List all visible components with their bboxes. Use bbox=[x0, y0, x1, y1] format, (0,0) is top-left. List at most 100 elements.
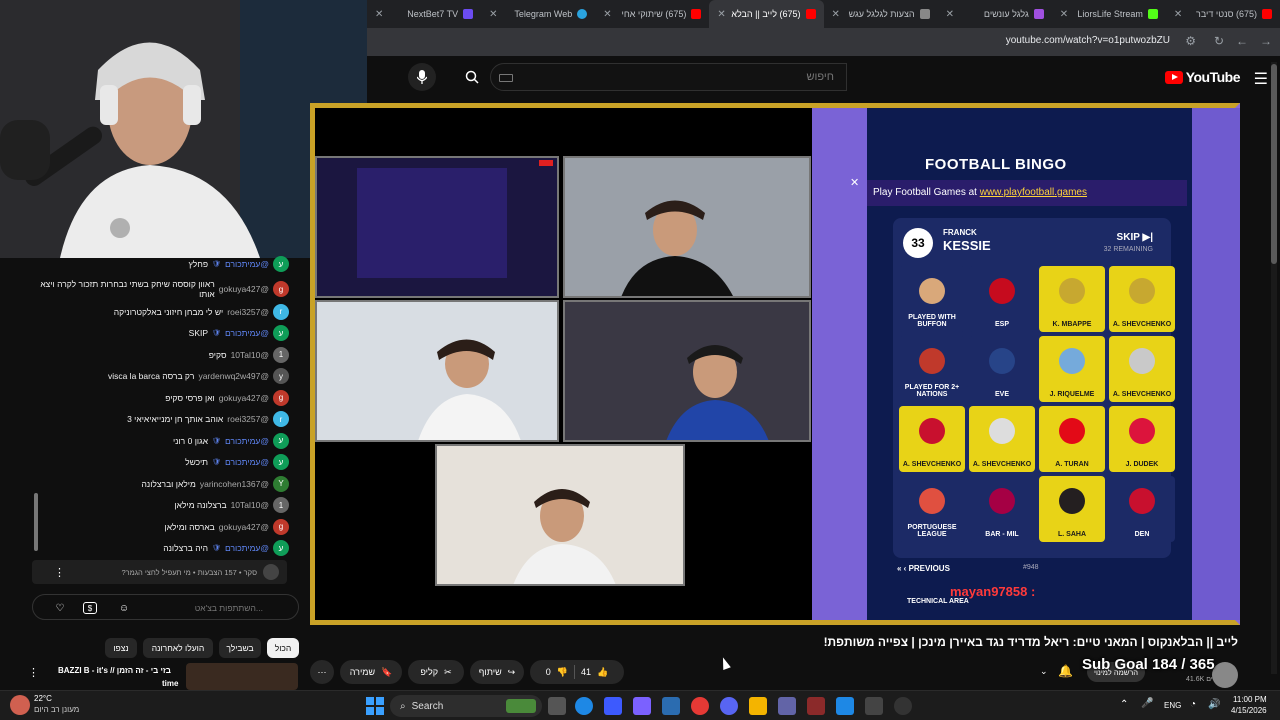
bingo-cell[interactable]: J. RIQUELME bbox=[1039, 336, 1105, 402]
chat-author[interactable]: @10Tal10 bbox=[231, 500, 269, 510]
scrollbar-thumb[interactable] bbox=[1271, 64, 1277, 264]
filter-chip-watched[interactable]: נצפו bbox=[105, 638, 137, 658]
close-icon[interactable]: ✕ bbox=[717, 9, 725, 20]
bingo-cell[interactable]: J. DUDEK bbox=[1109, 406, 1175, 472]
chat-message[interactable]: g @gokuya427 ואן פרסי סקיפ bbox=[165, 388, 289, 408]
like-icon[interactable]: 👍 bbox=[597, 667, 608, 678]
discord-icon[interactable] bbox=[720, 697, 738, 715]
forward-arrow-icon[interactable]: → bbox=[1260, 34, 1272, 48]
chat-input-box[interactable]: ♡ $ ☺ bbox=[32, 594, 299, 620]
chat-author[interactable]: @roei3257 bbox=[227, 414, 269, 424]
chat-author[interactable]: @עמיתכורם bbox=[225, 259, 269, 269]
next-video-thumbnail[interactable] bbox=[186, 663, 298, 690]
app-icon[interactable] bbox=[807, 697, 825, 715]
chrome-icon[interactable] bbox=[691, 697, 709, 715]
chat-message[interactable]: g @gokuya427 בארסה ומילאן bbox=[165, 517, 289, 537]
taskbar-search[interactable]: ⌕ Search bbox=[390, 695, 542, 717]
chat-author[interactable]: @עמיתכורם bbox=[225, 543, 269, 553]
chat-author[interactable]: @10Tal10 bbox=[231, 350, 269, 360]
windows-start-icon[interactable] bbox=[366, 697, 384, 715]
bell-icon[interactable]: 🔔 bbox=[1058, 664, 1073, 678]
browser-tab[interactable]: Telegram Web ✕ bbox=[481, 0, 595, 28]
bingo-cell[interactable]: PORTUGUESE LEAGUE bbox=[899, 476, 965, 542]
browser-tab[interactable]: NextBet7 TV ✕ bbox=[367, 0, 481, 28]
video-player[interactable]: FOOTBALL BINGO Play Football Games at ww… bbox=[310, 103, 1240, 625]
browser-tab[interactable]: (675) סנטי דיבר ✕ bbox=[1166, 0, 1280, 28]
chat-message[interactable]: ע @עמיתכורם 🛡 היה ברצלונה bbox=[163, 538, 289, 558]
bingo-cell[interactable]: EVE bbox=[969, 336, 1035, 402]
chat-message[interactable]: ע @עמיתכורם 🛡 פחלץ bbox=[188, 254, 289, 274]
chat-message[interactable]: ע @עמיתכורם 🛡 תיכשל bbox=[185, 452, 289, 472]
microphone-icon[interactable]: 🎤 bbox=[1141, 698, 1153, 709]
dislike-icon[interactable]: 👎 bbox=[557, 667, 568, 678]
search-button[interactable] bbox=[454, 63, 490, 91]
browser-tab[interactable]: (675) שיתוקי אחי ✕ bbox=[595, 0, 709, 28]
reload-icon[interactable]: ↻ bbox=[1214, 34, 1224, 48]
chat-author[interactable]: @roei3257 bbox=[227, 307, 269, 317]
chat-author[interactable]: @gokuya427 bbox=[219, 284, 269, 294]
chat-author[interactable]: @yarincohen1367 bbox=[200, 479, 269, 489]
chat-scrollbar[interactable] bbox=[34, 493, 38, 551]
browser-tab[interactable]: גלגל עונשים ✕ bbox=[938, 0, 1052, 28]
youtube-logo[interactable]: YouTube bbox=[1164, 69, 1241, 85]
bingo-cell[interactable]: PLAYED WITH BUFFON bbox=[899, 266, 965, 332]
bingo-cell[interactable]: ESP bbox=[969, 266, 1035, 332]
chat-author[interactable]: @עמיתכורם bbox=[225, 328, 269, 338]
next-video-title[interactable]: BAZZI B - it's // בזי בי - זה הזמן bbox=[58, 666, 184, 675]
super-chat-icon[interactable]: $ bbox=[83, 602, 97, 614]
close-icon[interactable]: ✕ bbox=[603, 9, 611, 20]
clip-button[interactable]: קליפ ✂ bbox=[408, 660, 464, 684]
filter-chip-for-you[interactable]: בשבילך bbox=[219, 638, 261, 658]
chat-input[interactable] bbox=[143, 600, 263, 616]
browser-tab-active[interactable]: (675) לייב || הבלא ✕ bbox=[709, 0, 824, 28]
browser-tab[interactable]: LiorsLife Stream ✕ bbox=[1052, 0, 1166, 28]
save-button[interactable]: שמירה 🔖 bbox=[340, 660, 402, 684]
bingo-cell[interactable]: A. TURAN bbox=[1039, 406, 1105, 472]
bingo-cell[interactable]: BAR - MIL bbox=[969, 476, 1035, 542]
chat-message[interactable]: ע @עמיתכורם 🛡 אגון 0 רוני bbox=[173, 431, 289, 451]
clock-time[interactable]: 11:00 PM bbox=[1233, 695, 1267, 704]
share-button[interactable]: שיתוף ↪ bbox=[470, 660, 524, 684]
app-icon[interactable] bbox=[662, 697, 680, 715]
notepad-icon[interactable] bbox=[836, 697, 854, 715]
chat-author[interactable]: @gokuya427 bbox=[219, 393, 269, 403]
previous-button[interactable]: « ‹ PREVIOUS bbox=[897, 564, 950, 573]
search-box[interactable] bbox=[490, 63, 847, 91]
chat-author[interactable]: @yardenwq2w497 bbox=[198, 371, 269, 381]
weather-icon[interactable] bbox=[10, 695, 30, 715]
close-icon[interactable]: ✕ bbox=[1060, 9, 1068, 20]
pinned-poll[interactable]: ⋮ סקר • 157 הצבעות • מי תעפיל לחצי הגמר? bbox=[32, 560, 287, 584]
url-text[interactable]: youtube.com/watch?v=o1putwozbZU bbox=[1006, 35, 1170, 46]
chevron-down-icon[interactable]: ⌄ bbox=[1040, 666, 1048, 677]
voice-search-button[interactable] bbox=[408, 63, 436, 91]
task-view-icon[interactable] bbox=[548, 697, 566, 715]
chevron-up-icon[interactable]: ⌃ bbox=[1120, 699, 1128, 710]
bingo-cell[interactable]: L. SAHA bbox=[1039, 476, 1105, 542]
bingo-cell[interactable]: A. SHEVCHENKO bbox=[1109, 336, 1175, 402]
bingo-cell[interactable]: PLAYED FOR 2+ NATIONS bbox=[899, 336, 965, 402]
close-icon[interactable]: ✕ bbox=[946, 9, 954, 20]
file-explorer-icon[interactable] bbox=[749, 697, 767, 715]
chat-message[interactable]: 1 @10Tal10 סקיפ bbox=[209, 345, 289, 365]
chat-message[interactable]: Y @yarincohen1367 מילאן וברצלונה bbox=[142, 474, 289, 494]
chat-message[interactable]: r @roei3257 אוהב אותך חן ימנייאיאיאי 3 bbox=[127, 409, 289, 429]
page-scrollbar[interactable] bbox=[1271, 62, 1277, 674]
bingo-cell[interactable]: K. MBAPPE bbox=[1039, 266, 1105, 332]
store-icon[interactable] bbox=[604, 697, 622, 715]
more-vert-icon[interactable]: ⋮ bbox=[28, 666, 39, 679]
tune-icon[interactable]: ⚙ bbox=[1185, 34, 1196, 48]
browser-tab[interactable]: הצעות לגלגל עגש ✕ bbox=[824, 0, 938, 28]
bingo-cell[interactable]: A. SHEVCHENKO bbox=[899, 406, 965, 472]
weather-temp[interactable]: 22°C bbox=[34, 694, 52, 703]
bingo-cell[interactable]: A. SHEVCHENKO bbox=[969, 406, 1035, 472]
more-actions-button[interactable]: ⋯ bbox=[310, 660, 334, 684]
filter-chip-all[interactable]: הכול bbox=[267, 638, 299, 658]
clock-date[interactable]: 4/15/2026 bbox=[1231, 706, 1267, 715]
heart-icon[interactable]: ♡ bbox=[51, 599, 69, 617]
close-icon[interactable]: ✕ bbox=[489, 9, 497, 20]
app-icon[interactable] bbox=[865, 697, 883, 715]
more-vert-icon[interactable]: ⋮ bbox=[54, 566, 65, 579]
obs-icon[interactable] bbox=[894, 697, 912, 715]
close-icon[interactable]: ✕ bbox=[832, 9, 840, 20]
chat-author[interactable]: @עמיתכורם bbox=[225, 457, 269, 467]
